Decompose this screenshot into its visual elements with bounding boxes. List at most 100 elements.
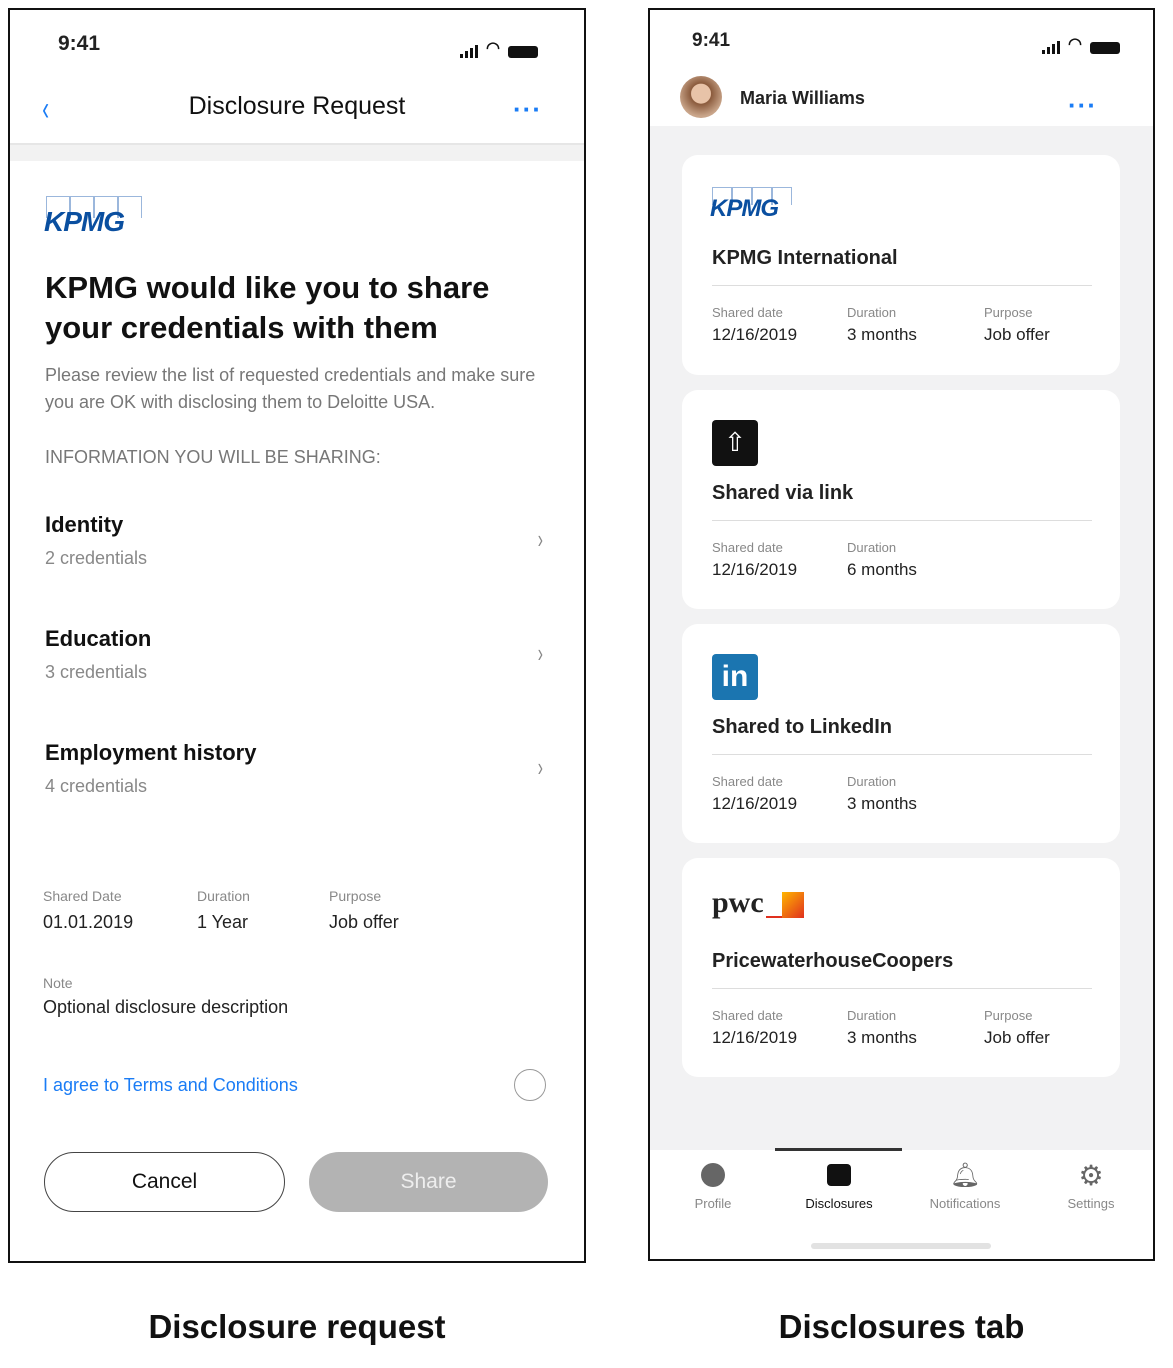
tab-label: Notifications [929,1196,1001,1211]
tab-label: Disclosures [805,1196,873,1211]
date-label: Shared date [712,1008,783,1023]
divider [10,143,584,161]
note-label: Note [43,975,73,991]
duration: 1 Year [197,912,249,932]
card-title: PricewaterhouseCoopers [712,950,954,972]
date: 12/16/2019 [712,794,798,813]
shared-date: 01.01.2019 [43,912,134,932]
disclosure-card[interactable]: pwc PricewaterhouseCoopers Shared date 1… [682,858,1120,1077]
chevron-right-icon: › [538,638,544,668]
wifi-icon: ◠ [486,40,500,57]
purpose-label: Purpose [329,888,382,904]
tab-settings[interactable]: ⚙︎ Settings [1028,1159,1153,1212]
item-sub: 2 credentials [45,548,148,568]
disclosures-icon [776,1160,902,1190]
caption-right: Disclosures tab [778,1308,1025,1345]
purpose-label: Purpose [984,305,1033,320]
tab-disclosures[interactable]: Disclosures [776,1160,902,1211]
profile-icon [650,1160,776,1190]
chevron-right-icon: › [538,524,544,554]
item-sub: 4 credentials [45,776,148,796]
item-title: Identity [45,512,124,537]
page-heading: KPMG would like you to share your creden… [45,270,490,345]
disclosures-tab-screen: 9:41 ◠ Maria Williams ··· KPMG KPMG Inte… [648,8,1155,1261]
duration-label: Duration [847,774,897,789]
active-tab-indicator [775,1148,902,1151]
gear-icon: ⚙︎ [1078,1159,1104,1191]
credential-item-identity[interactable]: Identity 2 credentials › [45,512,545,582]
section-label: INFORMATION YOU WILL BE SHARING: [45,447,381,467]
purpose: Job offer [329,912,399,932]
disclosure-card[interactable]: in Shared to LinkedIn Shared date 12/16/… [682,624,1120,843]
agree-radio[interactable] [514,1069,546,1101]
card-title: Shared via link [712,482,854,504]
chevron-right-icon: › [538,752,544,782]
kpmg-logo: KPMG [710,195,779,222]
battery-icon [1089,42,1120,54]
duration-label: Duration [847,540,897,555]
duration: 3 months [847,1028,917,1047]
credential-item-employment[interactable]: Employment history 4 credentials › [45,740,545,810]
more-icon[interactable]: ··· [1068,92,1097,118]
more-icon[interactable]: ··· [513,96,542,122]
caption-left: Disclosure request [148,1308,446,1345]
nav-title: Disclosure Request [188,92,406,120]
signal-icon [460,45,478,58]
card-title: KPMG International [712,247,898,269]
terms-link[interactable]: I agree to Terms and Conditions [43,1075,298,1096]
shared-date-label: Shared Date [43,888,122,904]
disclosure-card[interactable]: KPMG KPMG International Shared date 12/1… [682,155,1120,375]
divider [712,988,1092,989]
date-label: Shared date [712,540,783,555]
date: 12/16/2019 [712,325,798,344]
purpose: Job offer [984,1028,1050,1047]
disclosure-card[interactable]: ⇧ Shared via link Shared date 12/16/2019… [682,390,1120,609]
pwc-logo: pwc [712,886,764,919]
duration: 3 months [847,794,917,813]
status-icons: ◠ [1042,34,1120,54]
purpose-label: Purpose [984,1008,1033,1023]
status-icons: ◠ [460,38,538,58]
cancel-button[interactable]: Cancel [44,1152,285,1212]
signal-icon [1042,41,1060,54]
battery-icon [507,46,538,58]
disclosure-request-screen: 9:41 ◠ ‹ Disclosure Request ··· KPMG KPM… [8,8,586,1263]
item-title: Education [45,626,152,651]
bell-icon: 🔔︎ [949,1161,981,1189]
status-time: 9:41 [692,30,731,51]
note: Optional disclosure description [43,997,289,1017]
date: 12/16/2019 [712,560,798,579]
avatar[interactable] [680,76,722,118]
home-indicator [811,1243,991,1249]
tab-notifications[interactable]: 🔔︎ Notifications [902,1160,1028,1212]
divider [712,754,1092,755]
share-button[interactable]: Share [309,1152,548,1212]
user-name: Maria Williams [740,88,865,108]
tab-profile[interactable]: Profile [650,1160,776,1211]
linkedin-icon: in [712,654,758,700]
purpose: Job offer [984,325,1050,344]
divider [712,285,1092,286]
status-time: 9:41 [58,32,101,55]
date-label: Shared date [712,774,783,789]
duration: 3 months [847,325,917,344]
tab-label: Profile [694,1196,732,1211]
item-title: Employment history [45,740,257,765]
share-icon: ⇧ [712,420,758,466]
divider [712,520,1092,521]
duration-label: Duration [847,1008,897,1023]
duration-label: Duration [197,888,250,904]
tab-label: Settings [1067,1196,1115,1211]
duration-label: Duration [847,305,897,320]
pwc-logo-underline [766,916,782,918]
wifi-icon: ◠ [1068,36,1082,53]
credential-item-education[interactable]: Education 3 credentials › [45,626,545,696]
pwc-logo-mark [782,892,804,918]
date-label: Shared date [712,305,783,320]
duration: 6 months [847,560,917,579]
card-title: Shared to LinkedIn [712,716,893,738]
item-sub: 3 credentials [45,662,148,682]
description: Please review the list of requested cred… [45,365,536,412]
date: 12/16/2019 [712,1028,798,1047]
kpmg-logo: KPMG [44,206,125,237]
